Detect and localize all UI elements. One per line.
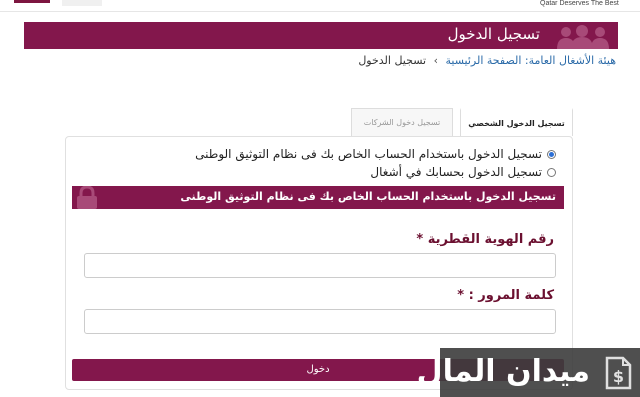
breadcrumb-current: تسجيل الدخول xyxy=(358,54,427,67)
section-title: تسجيل الدخول باستخدام الحساب الخاص بك فى… xyxy=(180,190,556,203)
radio-national-auth[interactable] xyxy=(547,149,556,159)
tab-personal-login[interactable]: تسجيل الدخول الشخصي xyxy=(460,108,573,136)
page-title-bar: تسجيل الدخول xyxy=(24,22,618,49)
section-header: تسجيل الدخول باستخدام الحساب الخاص بك فى… xyxy=(72,186,564,209)
site-slogan: Qatar Deserves The Best xyxy=(540,0,619,7)
qatar-id-input[interactable] xyxy=(84,253,556,278)
page-title: تسجيل الدخول xyxy=(447,25,540,43)
breadcrumb: هيئة الأشغال العامة: الصفحة الرئيسية › ت… xyxy=(358,54,616,67)
required-marker: * xyxy=(457,288,465,303)
qatar-id-label-text: رقم الهوية القطرية xyxy=(427,232,554,247)
people-icon xyxy=(557,25,609,49)
lock-icon xyxy=(77,186,97,209)
password-label: كلمة المرور : * xyxy=(457,288,554,303)
watermark-logo: ميدان المال $ xyxy=(417,348,640,397)
password-label-text: كلمة المرور : xyxy=(468,288,554,303)
breadcrumb-authority-link[interactable]: هيئة الأشغال العامة xyxy=(529,54,616,67)
tab-company-login[interactable]: تسجيل دخول الشركات xyxy=(351,108,453,136)
option-national-auth[interactable]: تسجيل الدخول باستخدام الحساب الخاص بك فى… xyxy=(195,147,556,161)
password-input[interactable] xyxy=(84,309,556,334)
required-marker: * xyxy=(416,232,424,247)
breadcrumb-home-link[interactable]: : الصفحة الرئيسية xyxy=(446,54,529,67)
watermark-text: ميدان المال xyxy=(416,354,590,389)
dollar-document-icon: $ xyxy=(605,356,632,390)
top-navigation-bar: Qatar Deserves The Best xyxy=(0,0,640,12)
option-ashghal-account-label: تسجيل الدخول بحسابك في أشغال xyxy=(370,165,542,179)
svg-text:$: $ xyxy=(613,367,624,386)
top-menu-placeholder xyxy=(62,0,102,6)
breadcrumb-separator: › xyxy=(433,54,438,67)
radio-ashghal-account[interactable] xyxy=(547,167,556,177)
top-menu-tab[interactable] xyxy=(14,0,50,3)
option-ashghal-account[interactable]: تسجيل الدخول بحسابك في أشغال xyxy=(370,165,556,179)
option-national-auth-label: تسجيل الدخول باستخدام الحساب الخاص بك فى… xyxy=(195,147,542,161)
qatar-id-label: رقم الهوية القطرية * xyxy=(416,232,554,247)
